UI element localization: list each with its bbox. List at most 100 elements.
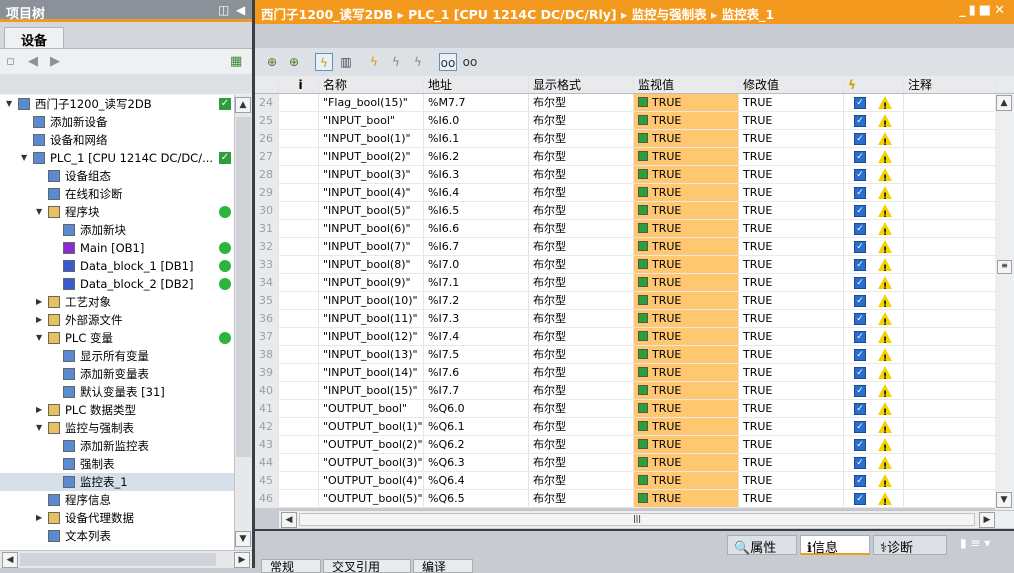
tree-item[interactable]: ▼ 西门子1200_读写2DB ✓ [0,95,234,113]
name-cell[interactable]: "INPUT_bool(12)" [319,328,424,345]
modify-value-cell[interactable]: TRUE [739,130,844,147]
col-header-modify-flag[interactable]: ϟ [844,76,904,93]
overview-icon[interactable]: ▦ [230,54,242,69]
name-cell[interactable]: "INPUT_bool(10)" [319,292,424,309]
tab-diagnostics[interactable]: ⚕诊断 [873,535,947,556]
format-cell[interactable]: 布尔型 [529,112,634,129]
format-cell[interactable]: 布尔型 [529,220,634,237]
format-cell[interactable]: 布尔型 [529,202,634,219]
format-cell[interactable]: 布尔型 [529,472,634,489]
modify-value-cell[interactable]: TRUE [739,436,844,453]
modify-value-cell[interactable]: TRUE [739,94,844,111]
address-cell[interactable]: %Q6.3 [424,454,529,471]
collapse-icon[interactable]: ◀ [236,3,245,17]
address-cell[interactable]: %Q6.1 [424,418,529,435]
insert-row-icon[interactable]: ⊕ [263,53,281,71]
tree-item[interactable]: 添加新变量表 [0,365,234,383]
expanded-arrow-icon[interactable]: ▼ [6,95,12,113]
name-cell[interactable]: "INPUT_bool(8)" [319,256,424,273]
format-cell[interactable]: 布尔型 [529,292,634,309]
address-cell[interactable]: %I7.5 [424,346,529,363]
comment-cell[interactable] [904,112,996,129]
table-row[interactable]: 31 "INPUT_bool(6)" %I6.6 布尔型 TRUE TRUE ✓ [255,220,1014,238]
modify-value-cell[interactable]: TRUE [739,202,844,219]
subtab-compile[interactable]: 编译 [413,559,473,573]
maximize-icon[interactable]: ■ [979,3,994,18]
grid-horizontal-scrollbar[interactable]: ◀ ||| ▶ [279,510,1014,528]
address-cell[interactable]: %I6.5 [424,202,529,219]
tab-properties[interactable]: 🔍属性 [727,535,797,556]
name-cell[interactable]: "Flag_bool(15)" [319,94,424,111]
modify-value-cell[interactable]: TRUE [739,238,844,255]
tree-item[interactable]: 设备和网络 [0,131,234,149]
table-row[interactable]: 43 "OUTPUT_bool(2)" %Q6.2 布尔型 TRUE TRUE … [255,436,1014,454]
name-cell[interactable]: "OUTPUT_bool" [319,400,424,417]
float-icon[interactable]: ▮ [969,3,979,18]
modify-checkbox[interactable]: ✓ [854,187,866,199]
comment-cell[interactable] [904,418,996,435]
address-cell[interactable]: %I7.4 [424,328,529,345]
tree-item[interactable]: 默认变量表 [31] [0,383,234,401]
format-cell[interactable]: 布尔型 [529,454,634,471]
name-cell[interactable]: "INPUT_bool(2)" [319,148,424,165]
address-cell[interactable]: %I6.4 [424,184,529,201]
modify-value-cell[interactable]: TRUE [739,274,844,291]
monitor-all-icon[interactable]: oo [439,53,457,71]
tree-item[interactable]: ▼ 程序块 [0,203,234,221]
format-cell[interactable]: 布尔型 [529,418,634,435]
table-row[interactable]: 24 "Flag_bool(15)" %M7.7 布尔型 TRUE TRUE ✓ [255,94,1014,112]
format-cell[interactable]: 布尔型 [529,364,634,381]
collapsed-arrow-icon[interactable]: ▶ [36,401,42,419]
tree-item[interactable]: 监控表_1 [0,473,234,491]
address-cell[interactable]: %Q6.4 [424,472,529,489]
name-cell[interactable]: "INPUT_bool(14)" [319,364,424,381]
modify-value-cell[interactable]: TRUE [739,454,844,471]
modify-value-cell[interactable]: TRUE [739,472,844,489]
col-header-format[interactable]: 显示格式 [529,76,634,93]
modify-value-cell[interactable]: TRUE [739,310,844,327]
modify-value-cell[interactable]: TRUE [739,364,844,381]
tree-item[interactable]: 添加新块 [0,221,234,239]
tree-item[interactable]: ▼ 监控与强制表 [0,419,234,437]
collapsed-arrow-icon[interactable]: ▶ [36,311,42,329]
col-header-address[interactable]: 地址 [424,76,529,93]
comment-cell[interactable] [904,400,996,417]
comment-cell[interactable] [904,472,996,489]
table-row[interactable]: 34 "INPUT_bool(9)" %I7.1 布尔型 TRUE TRUE ✓ [255,274,1014,292]
modify-checkbox[interactable]: ✓ [854,385,866,397]
format-cell[interactable]: 布尔型 [529,400,634,417]
comment-cell[interactable] [904,184,996,201]
col-header-monitor-value[interactable]: 监视值 [634,76,739,93]
comment-cell[interactable] [904,256,996,273]
tab-devices[interactable]: 设备 [4,27,64,49]
breadcrumb-project[interactable]: 西门子1200_读写2DB [261,7,393,22]
table-row[interactable]: 45 "OUTPUT_bool(4)" %Q6.4 布尔型 TRUE TRUE … [255,472,1014,490]
comment-cell[interactable] [904,382,996,399]
add-row-icon[interactable]: ⊕ [285,53,303,71]
tree-item[interactable]: Data_block_1 [DB1] [0,257,234,275]
tree-item[interactable]: 文本列表 [0,527,234,545]
close-icon[interactable]: ✕ [994,3,1008,18]
address-cell[interactable]: %Q6.5 [424,490,529,507]
format-cell[interactable]: 布尔型 [529,184,634,201]
address-cell[interactable]: %I7.3 [424,310,529,327]
name-cell[interactable]: "OUTPUT_bool(3)" [319,454,424,471]
breadcrumb-watch-folder[interactable]: 监控与强制表 [632,7,707,22]
modify-value-cell[interactable]: TRUE [739,256,844,273]
modify-checkbox[interactable]: ✓ [854,151,866,163]
format-cell[interactable]: 布尔型 [529,328,634,345]
tree-item[interactable]: 程序信息 [0,491,234,509]
modify-checkbox[interactable]: ✓ [854,475,866,487]
breadcrumb-watch-table[interactable]: 监控表_1 [722,7,774,22]
name-cell[interactable]: "INPUT_bool" [319,112,424,129]
col-header-info[interactable]: i [279,76,319,93]
table-row[interactable]: 29 "INPUT_bool(4)" %I6.4 布尔型 TRUE TRUE ✓ [255,184,1014,202]
table-row[interactable]: 35 "INPUT_bool(10)" %I7.2 布尔型 TRUE TRUE … [255,292,1014,310]
comment-cell[interactable] [904,274,996,291]
address-cell[interactable]: %I6.0 [424,112,529,129]
tree-item[interactable]: ▶ PLC 数据类型 [0,401,234,419]
table-row[interactable]: 46 "OUTPUT_bool(5)" %Q6.5 布尔型 TRUE TRUE … [255,490,1014,508]
tree-item[interactable]: 在线和诊断 [0,185,234,203]
modify-trigger-icon[interactable]: ϟ [387,53,405,71]
modify-checkbox[interactable]: ✓ [854,205,866,217]
